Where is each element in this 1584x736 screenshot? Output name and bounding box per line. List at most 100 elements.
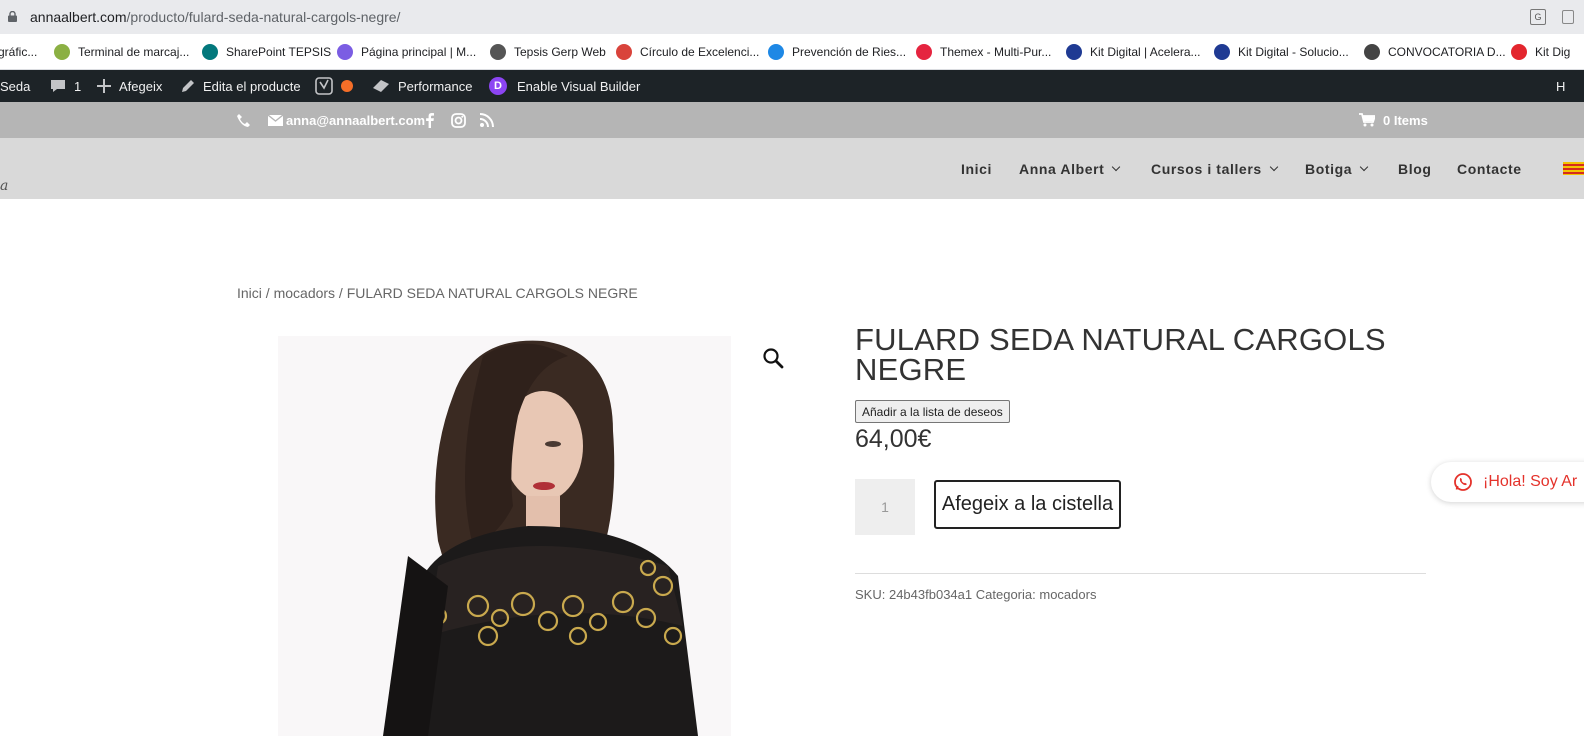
email-link[interactable]: anna@annaalbert.com	[268, 102, 425, 138]
nav-item-contacte[interactable]: Contacte	[1457, 138, 1522, 199]
bookmarks-bar: gráfic... Terminal de marcaj... SharePoint…	[0, 34, 1584, 70]
admin-yoast[interactable]	[315, 70, 353, 102]
admin-edit-product[interactable]: Edita el producte	[180, 70, 301, 102]
category-label: Categoria:	[975, 587, 1036, 602]
rss-link[interactable]	[480, 102, 494, 138]
email-text: anna@annaalbert.com	[286, 112, 426, 128]
breadcrumb-separator: /	[261, 285, 274, 301]
divi-icon: D	[489, 77, 507, 95]
bookmark-item[interactable]: gráfic...	[0, 43, 37, 61]
bookmark-label: CONVOCATORIA D...	[1388, 45, 1506, 59]
admin-site-name[interactable]: Seda	[0, 70, 30, 102]
nav-item-inici[interactable]: Inici	[961, 138, 992, 199]
url-field[interactable]: annaalbert.com/producto/fulard-seda-natu…	[30, 9, 400, 25]
breadcrumb-home[interactable]: Inici	[237, 285, 262, 301]
add-to-cart-button[interactable]: Afegeix a la cistella	[934, 480, 1121, 529]
url-path: /producto/fulard-seda-natural-cargols-ne…	[126, 9, 401, 25]
instagram-link[interactable]	[451, 102, 466, 138]
cart-link[interactable]: 0 Items	[1359, 102, 1428, 138]
text-logo-icon	[1364, 44, 1380, 60]
instagram-icon	[451, 112, 466, 128]
breadcrumb-separator: /	[335, 285, 347, 301]
wp-admin-bar: Seda 1 Afegeix Edita el producte Perform…	[0, 70, 1584, 102]
whatsapp-icon	[1454, 473, 1472, 491]
sku-label: SKU:	[855, 587, 886, 602]
bookmark-label: Kit Digital | Acelera...	[1090, 45, 1201, 59]
bookmark-item[interactable]: Tepsis Gerp Web	[490, 43, 606, 61]
admin-edit-label: Edita el producte	[203, 78, 301, 94]
kd-logo-icon	[1511, 44, 1527, 60]
product-image[interactable]	[278, 336, 731, 736]
nav-item-label: Inici	[961, 160, 993, 177]
themex-icon	[916, 44, 932, 60]
translate-icon[interactable]: G	[1530, 9, 1546, 25]
bookmark-item[interactable]: Kit Digital - Solucio...	[1214, 43, 1349, 61]
bookmark-item[interactable]: Kit Digital | Acelera...	[1066, 43, 1201, 61]
breadcrumb-category[interactable]: mocadors	[274, 285, 335, 301]
nav-item-label: Botiga	[1305, 160, 1353, 177]
nav-item-blog[interactable]: Blog	[1398, 138, 1432, 199]
bookmark-label: Círculo de Excelenci...	[640, 45, 760, 59]
breadcrumb-current: FULARD SEDA NATURAL CARGOLS NEGRE	[346, 285, 638, 301]
performance-icon	[373, 80, 389, 92]
site-top-bar: anna@annaalbert.com 0 Items	[0, 102, 1584, 138]
facebook-link[interactable]	[425, 102, 435, 138]
whatsapp-label: ¡Hola! Soy Ar	[1483, 473, 1578, 490]
catalan-flag-icon[interactable]	[1563, 162, 1584, 175]
bookmark-item[interactable]: Themex - Multi-Pur...	[916, 43, 1051, 61]
bookmark-label: Kit Digital - Solucio...	[1238, 45, 1349, 59]
add-to-wishlist-button[interactable]: Añadir a la lista de deseos	[855, 400, 1010, 423]
bookmark-item[interactable]: CONVOCATORIA D...	[1364, 43, 1506, 61]
phone-icon	[237, 113, 250, 127]
nav-item-anna-albert[interactable]: Anna Albert	[1019, 138, 1121, 199]
clock-globe-icon	[54, 44, 70, 60]
arc-logo-icon	[768, 44, 784, 60]
bookmark-label: Kit Dig	[1535, 45, 1571, 59]
quantity-input[interactable]	[855, 479, 915, 535]
pencil-icon	[182, 79, 194, 92]
url-domain: annaalbert.com	[30, 9, 127, 25]
admin-account[interactable]: H	[1556, 70, 1565, 102]
extension-icon[interactable]	[1562, 10, 1574, 24]
sku-value: 24b43fb034a1	[888, 587, 973, 602]
seo-status-dot	[341, 80, 353, 92]
bookmark-item[interactable]: Prevención de Ries...	[768, 43, 906, 61]
microsoft-icon	[337, 44, 353, 60]
bookmark-item[interactable]: SharePoint TEPSIS	[202, 43, 331, 61]
nav-item-label: Cursos i tallers	[1151, 160, 1262, 177]
nav-item-botiga[interactable]: Botiga	[1305, 138, 1369, 199]
bookmark-item[interactable]: Círculo de Excelenci...	[616, 43, 759, 61]
yoast-icon	[315, 77, 333, 95]
comment-icon	[51, 80, 65, 92]
phone-link[interactable]	[236, 102, 251, 138]
plus-icon	[97, 79, 111, 93]
admin-comments[interactable]: 1	[50, 70, 81, 102]
bookmark-item[interactable]: Kit Dig	[1511, 43, 1570, 61]
zoom-icon[interactable]	[762, 347, 784, 369]
site-logo[interactable]: a	[0, 178, 8, 194]
nav-item-cursos-i-tallers[interactable]: Cursos i tallers	[1151, 138, 1279, 199]
bookmark-item[interactable]: Página principal | M...	[337, 43, 476, 61]
admin-site-name-label: Seda	[0, 78, 31, 94]
whatsapp-chat-button[interactable]: ¡Hola! Soy Ar	[1431, 462, 1584, 502]
rss-icon	[480, 113, 494, 127]
cart-count: 0 Items	[1383, 112, 1428, 128]
facebook-icon	[426, 112, 434, 128]
nav-item-label: Contacte	[1457, 160, 1522, 177]
chevron-down-icon	[1269, 162, 1279, 171]
cart-icon	[1359, 113, 1375, 127]
admin-performance[interactable]: Performance	[372, 70, 472, 102]
category-link[interactable]: mocadors	[1039, 587, 1096, 602]
model-photo	[383, 340, 698, 736]
bookmark-item[interactable]: Terminal de marcaj...	[54, 43, 189, 61]
globe-icon	[490, 44, 506, 60]
chevron-down-icon	[1359, 162, 1369, 171]
admin-account-label: H	[1556, 78, 1566, 94]
bookmark-label: Prevención de Ries...	[792, 45, 907, 59]
kit-digital-icon	[1066, 44, 1082, 60]
lock-icon[interactable]	[8, 11, 17, 22]
admin-visual-builder[interactable]: D Enable Visual Builder	[489, 70, 640, 102]
bookmark-label: SharePoint TEPSIS	[226, 45, 332, 59]
bookmark-label: Themex - Multi-Pur...	[940, 45, 1052, 59]
admin-new-button[interactable]: Afegeix	[97, 70, 162, 102]
